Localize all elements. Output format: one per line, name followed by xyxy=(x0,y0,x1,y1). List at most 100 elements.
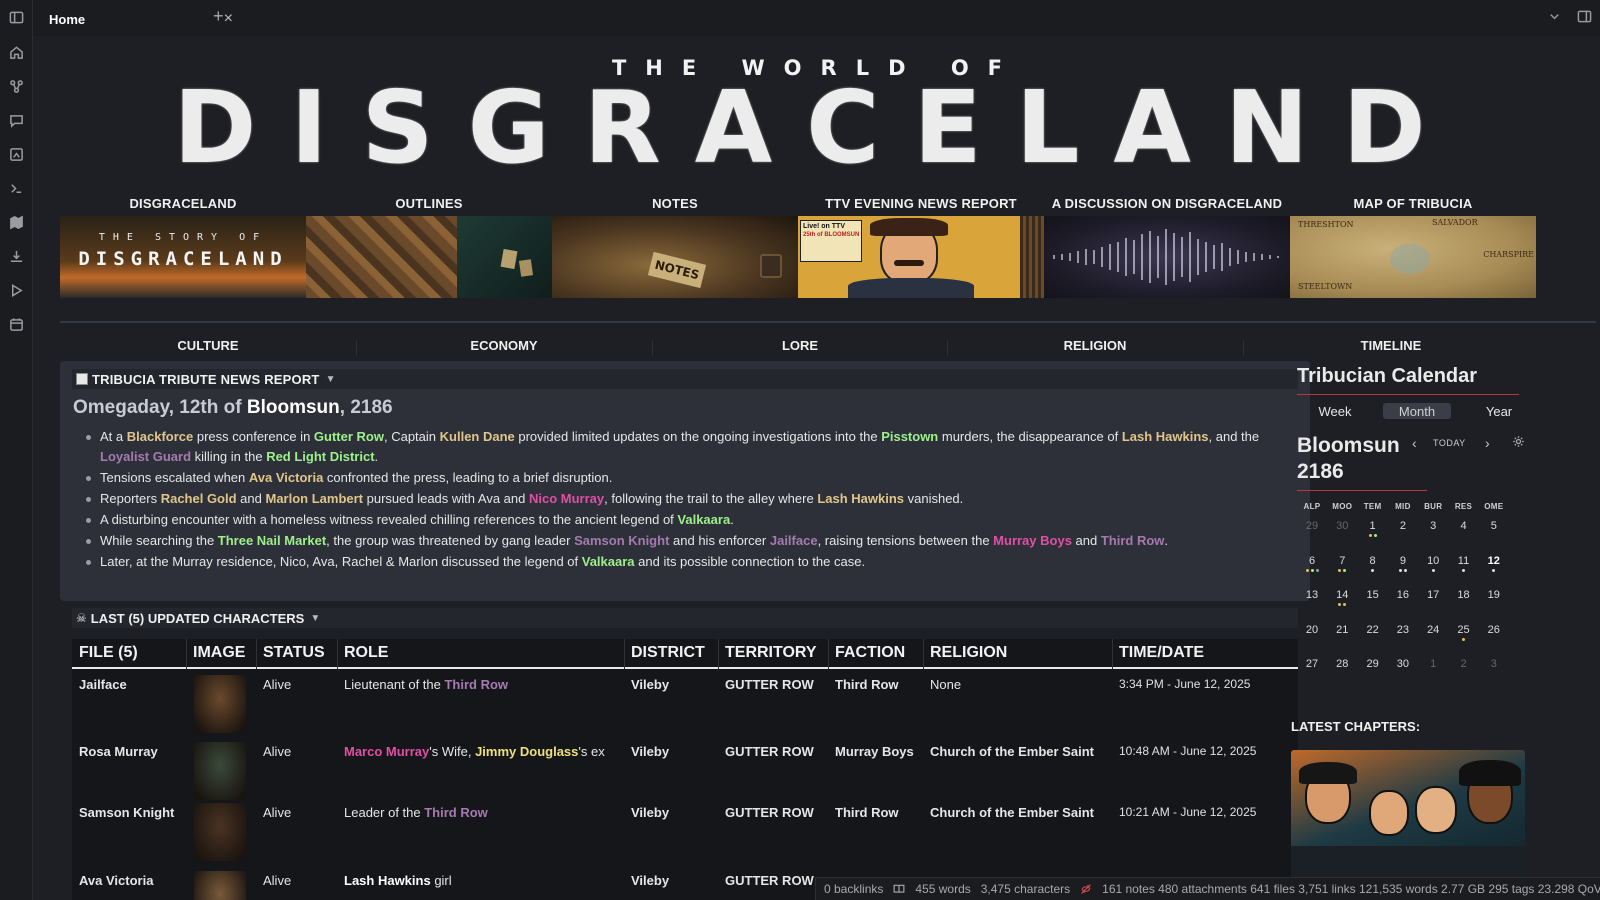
column-header[interactable]: RELIGION xyxy=(923,639,1112,669)
card-ttv-news[interactable]: TTV EVENING NEWS REPORT Live! on TTV 25t… xyxy=(798,196,1044,298)
column-header[interactable]: ROLE xyxy=(337,639,624,669)
faction-link[interactable]: Third Row xyxy=(828,805,923,820)
religion-cell[interactable]: Church of the Ember Saint xyxy=(923,744,1112,759)
calendar-day[interactable]: 25 xyxy=(1449,624,1479,641)
calendar-day[interactable]: 21 xyxy=(1327,624,1357,636)
territory-link[interactable]: GUTTER ROW xyxy=(718,873,828,888)
territory-link[interactable]: GUTTER ROW xyxy=(718,677,828,692)
view-year[interactable]: Year xyxy=(1469,403,1529,419)
internal-link[interactable]: Pisstown xyxy=(881,429,938,444)
calendar-day[interactable]: 9 xyxy=(1388,555,1418,572)
category-timeline[interactable]: TIMELINE xyxy=(1243,338,1539,353)
internal-link[interactable]: Jimmy Douglass xyxy=(475,744,578,759)
calendar-day[interactable]: 8 xyxy=(1358,555,1388,572)
internal-link[interactable]: Third Row xyxy=(444,677,508,692)
calendar-day[interactable]: 19 xyxy=(1479,589,1509,601)
district-link[interactable]: Vileby xyxy=(624,873,718,888)
character-portrait[interactable] xyxy=(194,742,246,800)
character-portrait[interactable] xyxy=(194,803,246,861)
view-month[interactable]: Month xyxy=(1383,403,1451,419)
column-header[interactable]: STATUS xyxy=(256,639,337,669)
reading-mode-icon[interactable] xyxy=(893,882,905,896)
internal-link[interactable]: Lash Hawkins xyxy=(344,873,431,888)
sync-off-icon[interactable] xyxy=(1080,882,1092,896)
calendar-day[interactable]: 29 xyxy=(1297,520,1327,532)
district-link[interactable]: Vileby xyxy=(624,805,718,820)
faction-link[interactable]: Murray Boys xyxy=(828,744,923,759)
chat-icon[interactable] xyxy=(8,112,25,129)
calendar-day[interactable]: 22 xyxy=(1358,624,1388,636)
internal-link[interactable]: Marco Murray xyxy=(344,744,429,759)
calendar-day[interactable]: 30 xyxy=(1327,520,1357,532)
calendar-day[interactable]: 10 xyxy=(1418,555,1448,572)
calendar-day[interactable]: 15 xyxy=(1358,589,1388,601)
calendar-day[interactable]: 7 xyxy=(1327,555,1357,572)
internal-link[interactable]: Red Light District xyxy=(266,449,374,464)
graph-icon[interactable] xyxy=(8,78,25,95)
column-header[interactable]: TERRITORY xyxy=(718,639,828,669)
latest-chapter-image[interactable] xyxy=(1291,750,1525,890)
internal-link[interactable]: Kullen Dane xyxy=(440,429,515,444)
file-link[interactable]: Rosa Murray xyxy=(72,744,186,759)
calendar-day[interactable]: 4 xyxy=(1449,520,1479,532)
calendar-day[interactable]: 1 xyxy=(1358,520,1388,537)
internal-link[interactable]: Third Row xyxy=(1101,533,1165,548)
map-icon[interactable] xyxy=(8,214,25,231)
column-header[interactable]: TIME/DATE xyxy=(1112,639,1298,669)
internal-link[interactable]: Murray Boys xyxy=(993,533,1072,548)
calendar-day[interactable]: 14 xyxy=(1327,589,1357,606)
calendar-day[interactable]: 17 xyxy=(1418,589,1448,601)
gear-icon[interactable] xyxy=(1512,435,1525,451)
religion-cell[interactable]: Church of the Ember Saint xyxy=(923,805,1112,820)
chevron-left-icon[interactable]: ‹ xyxy=(1412,435,1417,451)
calendar-icon[interactable] xyxy=(8,316,25,333)
close-tab-icon[interactable]: × xyxy=(224,11,233,27)
calendar-day[interactable]: 27 xyxy=(1297,658,1327,670)
calendar-day[interactable]: 2 xyxy=(1388,520,1418,532)
calendar-day[interactable]: 24 xyxy=(1418,624,1448,636)
calendar-day[interactable]: 30 xyxy=(1388,658,1418,670)
internal-link[interactable]: Three Nail Market xyxy=(218,533,326,548)
calendar-day[interactable]: 6 xyxy=(1297,555,1327,572)
new-tab-icon[interactable]: + xyxy=(213,6,224,27)
card-map[interactable]: MAP OF TRIBUCIA THRESHTON SALVADOR CHARS… xyxy=(1290,196,1536,298)
internal-link[interactable]: Valkaara xyxy=(677,512,730,527)
card-notes[interactable]: NOTES NOTES xyxy=(552,196,798,298)
internal-link[interactable]: Lash Hawkins xyxy=(817,491,904,506)
calendar-day[interactable]: 23 xyxy=(1388,624,1418,636)
terminal-icon[interactable] xyxy=(8,180,25,197)
calendar-day[interactable]: 5 xyxy=(1479,520,1509,532)
internal-link[interactable]: Valkaara xyxy=(582,554,635,569)
calendar-day[interactable]: 11 xyxy=(1449,555,1479,572)
download-icon[interactable] xyxy=(8,248,25,265)
today-button[interactable]: TODAY xyxy=(1433,438,1466,448)
category-lore[interactable]: LORE xyxy=(652,338,948,353)
calendar-day[interactable]: 3 xyxy=(1418,520,1448,532)
calendar-day[interactable]: 1 xyxy=(1418,658,1448,670)
category-economy[interactable]: ECONOMY xyxy=(356,338,652,353)
calendar-day[interactable]: 18 xyxy=(1449,589,1479,601)
internal-link[interactable]: Blackforce xyxy=(127,429,193,444)
column-header[interactable]: FACTION xyxy=(828,639,923,669)
territory-link[interactable]: GUTTER ROW xyxy=(718,744,828,759)
internal-link[interactable]: Third Row xyxy=(424,805,488,820)
home-icon[interactable] xyxy=(8,44,25,61)
view-week[interactable]: Week xyxy=(1305,403,1365,419)
internal-link[interactable]: Nico Murray xyxy=(529,491,604,506)
news-callout-header[interactable]: TRIBUCIA TRIBUTE NEWS REPORT ▼ xyxy=(72,369,1298,389)
internal-link[interactable]: Samson Knight xyxy=(574,533,669,548)
card-discussion[interactable]: A DISCUSSION ON DISGRACELAND xyxy=(1044,196,1290,298)
calendar-day[interactable]: 28 xyxy=(1327,658,1357,670)
chevron-down-icon[interactable] xyxy=(1547,9,1562,27)
file-link[interactable]: Samson Knight xyxy=(72,805,186,820)
calendar-day[interactable]: 13 xyxy=(1297,589,1327,601)
sidebar-toggle-icon[interactable] xyxy=(8,9,25,26)
file-link[interactable]: Jailface xyxy=(72,677,186,692)
internal-link[interactable]: Ava Victoria xyxy=(249,470,323,485)
column-header[interactable]: IMAGE xyxy=(186,639,256,669)
chevron-right-icon[interactable]: › xyxy=(1485,435,1490,451)
district-link[interactable]: Vileby xyxy=(624,677,718,692)
backlinks-count[interactable]: 0 backlinks xyxy=(824,882,883,896)
column-header[interactable]: FILE (5) xyxy=(72,639,186,669)
character-portrait[interactable] xyxy=(194,871,246,900)
